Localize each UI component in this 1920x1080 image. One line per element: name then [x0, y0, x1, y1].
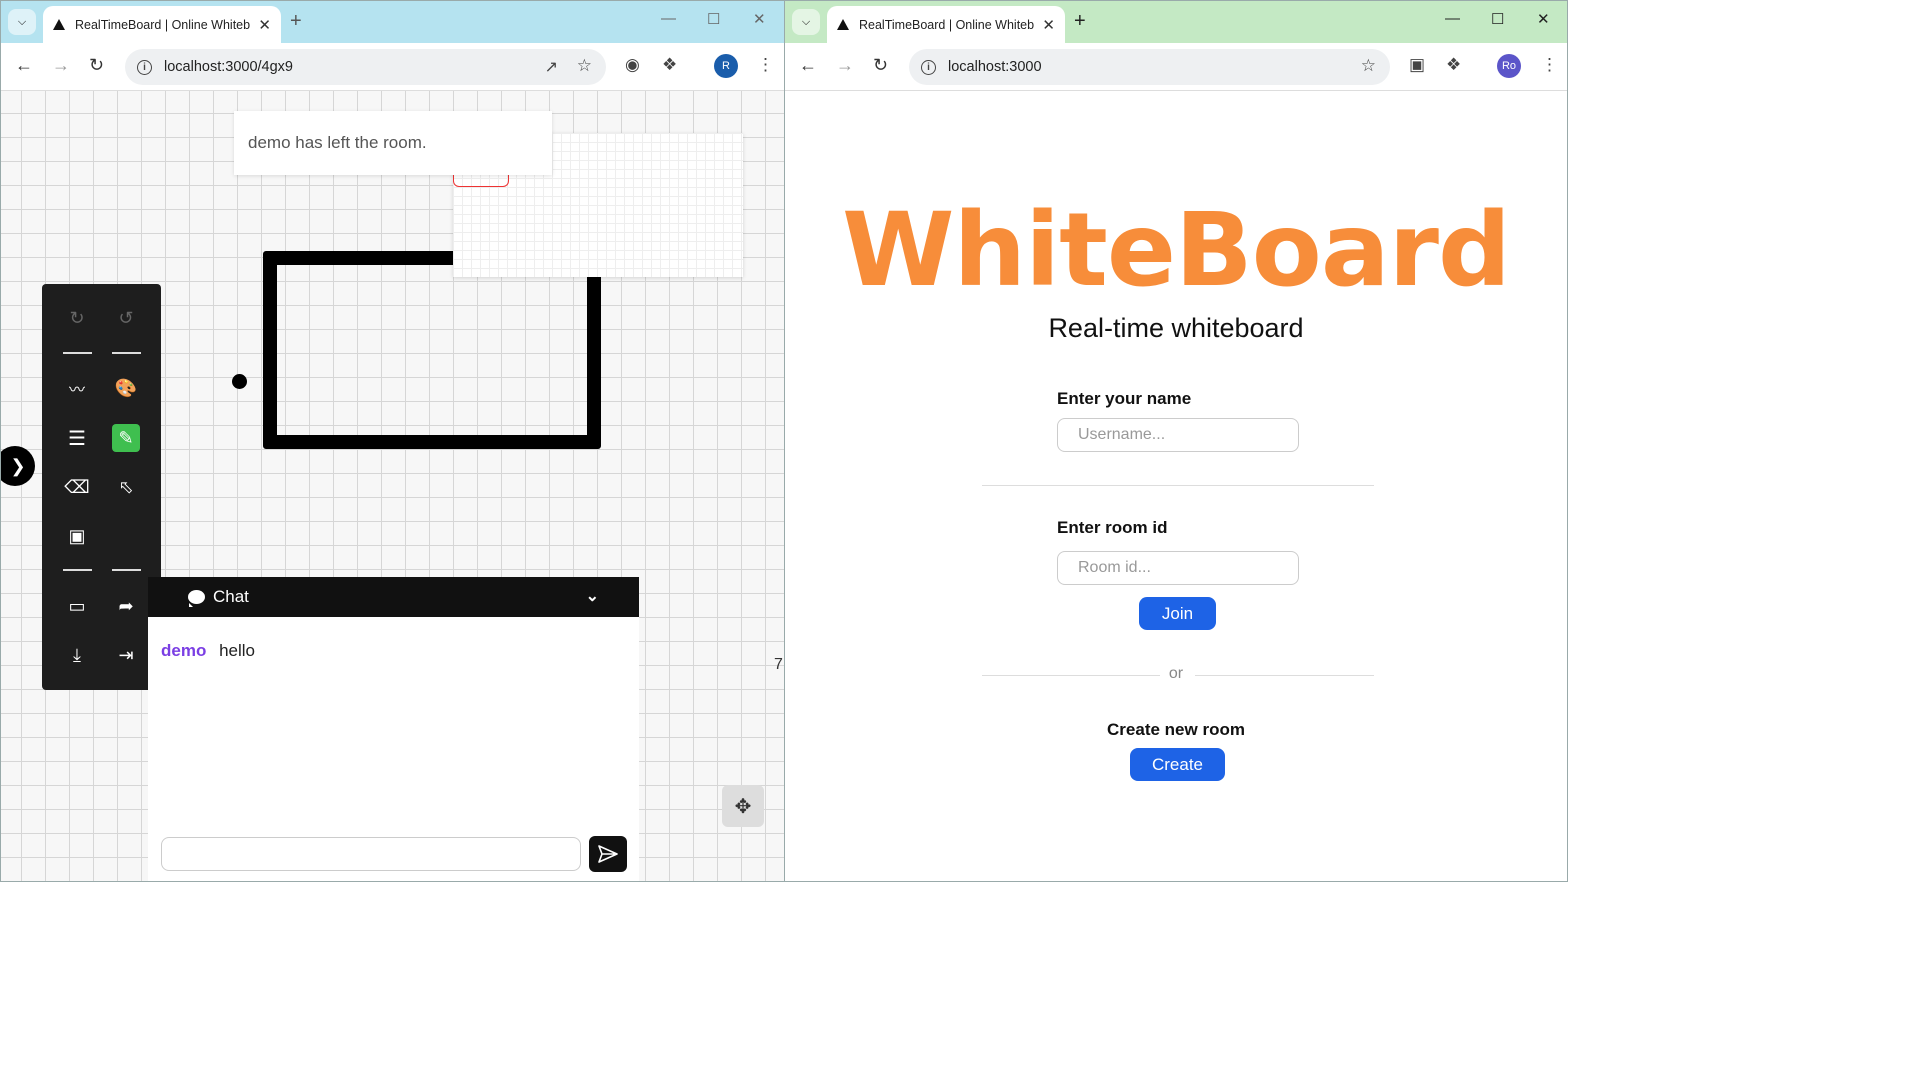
- pencil-icon[interactable]: ✎: [112, 424, 140, 452]
- name-label: Enter your name: [1057, 389, 1192, 408]
- send-button[interactable]: [589, 836, 627, 872]
- address-bar[interactable]: i localhost:3000/4gx9 ↗ ☆: [125, 49, 606, 85]
- chevron-down-icon: ⌵: [17, 15, 27, 28]
- tab-strip: ⌵ RealTimeBoard | Online Whiteb ✕ + — ☐ …: [1, 1, 784, 43]
- favicon-icon: [53, 19, 65, 30]
- drawn-rectangle[interactable]: [263, 251, 601, 449]
- close-tab-icon[interactable]: ✕: [1042, 16, 1055, 34]
- close-window-button[interactable]: ✕: [753, 10, 766, 28]
- chevron-right-icon: ❯: [10, 455, 26, 476]
- browser-toolbar: ← → ↻ i localhost:3000/4gx9 ↗ ☆ ◉ ❖ R ⋮: [1, 43, 784, 91]
- send-icon: [598, 845, 618, 863]
- subtitle: Real-time whiteboard: [1048, 313, 1304, 343]
- tab-strip: ⌵ RealTimeBoard | Online Whiteb ✕ + — ☐ …: [785, 1, 1567, 43]
- address-bar[interactable]: i localhost:3000 ☆: [909, 49, 1390, 85]
- extension-icon[interactable]: ◉: [625, 55, 640, 75]
- divider: [63, 569, 92, 571]
- forward-button[interactable]: →: [836, 55, 854, 76]
- palette-icon[interactable]: 🎨: [111, 373, 141, 403]
- download-icon[interactable]: ⤓: [62, 640, 92, 670]
- divider: [112, 569, 141, 571]
- logo-title: WhiteBoard: [842, 191, 1511, 310]
- notification-toast: demo has left the room.: [234, 111, 552, 175]
- tool-panel: ↻ ↺ 〰 🎨 ☰ ✎ ⌫ ⬁ ▣ ▭ ➦ ⤓ ⇥: [42, 284, 161, 690]
- bookmark-star-icon[interactable]: ☆: [1361, 56, 1376, 76]
- bookmark-star-icon[interactable]: ☆: [577, 56, 592, 76]
- image-icon[interactable]: ▣: [62, 521, 92, 551]
- message-text: hello: [219, 641, 255, 660]
- home-page: WhiteBoard Real-time whiteboard Enter yo…: [785, 91, 1567, 881]
- menu-kebab-icon[interactable]: ⋮: [757, 55, 774, 75]
- favicon-icon: [837, 19, 849, 30]
- divider: [982, 485, 1374, 486]
- move-icon[interactable]: ✥: [722, 785, 764, 827]
- username-input[interactable]: [1057, 418, 1299, 452]
- browser-toolbar: ← → ↻ i localhost:3000 ☆ ▣ ❖ Ro ⋮: [785, 43, 1567, 91]
- browser-tab[interactable]: RealTimeBoard | Online Whiteb ✕: [43, 6, 281, 43]
- puzzle-icon[interactable]: ❖: [662, 55, 677, 75]
- minimize-button[interactable]: —: [661, 10, 676, 27]
- maximize-button[interactable]: ☐: [1491, 10, 1504, 28]
- minimap-viewport[interactable]: [453, 173, 509, 187]
- eraser-icon[interactable]: ⌫: [62, 472, 92, 502]
- chat-title: Chat: [213, 587, 249, 606]
- create-button[interactable]: Create: [1130, 748, 1225, 781]
- menu-kebab-icon[interactable]: ⋮: [1541, 55, 1558, 75]
- monitor-icon[interactable]: ▭: [62, 591, 92, 621]
- tab-title: RealTimeBoard | Online Whiteb: [75, 17, 251, 32]
- url-text: localhost:3000/4gx9: [164, 59, 293, 75]
- back-button[interactable]: ←: [15, 55, 33, 76]
- message-user: demo: [161, 641, 207, 660]
- puzzle-icon[interactable]: ❖: [1446, 55, 1461, 75]
- tab-title: RealTimeBoard | Online Whiteb: [859, 17, 1035, 32]
- room-id-input[interactable]: [1057, 551, 1299, 585]
- reload-button[interactable]: ↻: [89, 55, 104, 76]
- room-label: Enter room id: [1057, 518, 1168, 537]
- url-text: localhost:3000: [948, 59, 1042, 75]
- close-tab-icon[interactable]: ✕: [258, 16, 271, 34]
- open-in-window-icon[interactable]: ↗: [545, 57, 558, 77]
- or-separator: or: [1168, 665, 1184, 682]
- share-icon[interactable]: ➦: [111, 591, 141, 621]
- maximize-button[interactable]: ☐: [707, 10, 720, 28]
- chevron-down-icon[interactable]: ⌄: [586, 586, 599, 606]
- new-tab-button[interactable]: +: [1074, 10, 1086, 33]
- chat-bubble-icon: [188, 590, 205, 607]
- chat-message: demo hello: [161, 641, 255, 661]
- drawn-dot[interactable]: [232, 374, 247, 389]
- picture-in-picture-icon[interactable]: ▣: [1409, 55, 1425, 75]
- right-browser-window: ⌵ RealTimeBoard | Online Whiteb ✕ + — ☐ …: [784, 0, 1568, 882]
- edge-text: 7: [774, 656, 783, 673]
- stroke-style-icon[interactable]: 〰: [62, 373, 92, 403]
- forward-button[interactable]: →: [52, 55, 70, 76]
- reload-button[interactable]: ↻: [873, 55, 888, 76]
- tab-search-button[interactable]: ⌵: [792, 9, 820, 35]
- close-window-button[interactable]: ✕: [1537, 10, 1550, 28]
- new-tab-button[interactable]: +: [290, 10, 302, 33]
- site-info-icon[interactable]: i: [137, 59, 152, 75]
- minimize-button[interactable]: —: [1445, 10, 1460, 27]
- join-button[interactable]: Join: [1139, 597, 1216, 630]
- chevron-down-icon: ⌵: [801, 15, 811, 28]
- chat-header[interactable]: Chat ⌄: [148, 577, 639, 617]
- line-width-icon[interactable]: ☰: [62, 423, 92, 453]
- whiteboard-canvas[interactable]: demo has left the room. ❯ ↻ ↺ 〰 🎨 ☰ ✎ ⌫ …: [1, 91, 784, 881]
- back-button[interactable]: ←: [799, 55, 817, 76]
- divider: [112, 352, 141, 354]
- left-browser-window: ⌵ RealTimeBoard | Online Whiteb ✕ + — ☐ …: [0, 0, 785, 882]
- profile-avatar[interactable]: R: [714, 54, 738, 78]
- redo-icon[interactable]: ↻: [62, 303, 92, 333]
- select-icon[interactable]: ⬁: [111, 472, 141, 502]
- undo-icon[interactable]: ↺: [111, 303, 141, 333]
- browser-tab[interactable]: RealTimeBoard | Online Whiteb ✕: [827, 6, 1065, 43]
- exit-icon[interactable]: ⇥: [111, 640, 141, 670]
- divider: [63, 352, 92, 354]
- create-room-heading: Create new room: [1107, 720, 1245, 739]
- chat-input[interactable]: [161, 837, 581, 871]
- site-info-icon[interactable]: i: [921, 59, 936, 75]
- tab-search-button[interactable]: ⌵: [8, 9, 36, 35]
- expand-sidebar-button[interactable]: ❯: [1, 446, 35, 486]
- profile-avatar[interactable]: Ro: [1497, 54, 1521, 78]
